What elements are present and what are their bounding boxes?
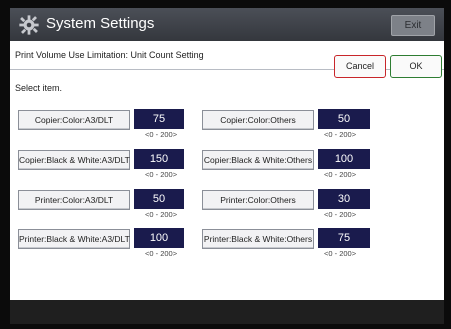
screen: System Settings Exit Print Volume Use Li… xyxy=(10,8,444,324)
copier-bw-others-value: 100 xyxy=(318,149,370,169)
copier-color-others-range: <0 - 200> xyxy=(324,130,357,139)
copier-color-a3dlt-range: <0 - 200> xyxy=(145,130,178,139)
printer-bw-a3dlt-value: 100 xyxy=(134,228,184,248)
ok-button[interactable]: OK xyxy=(390,55,442,78)
printer-bw-others-button[interactable]: Printer:Black & White:Others xyxy=(202,229,314,249)
printer-color-a3dlt-range: <0 - 200> xyxy=(145,210,178,219)
printer-color-others-button[interactable]: Printer:Color:Others xyxy=(202,190,314,210)
printer-color-others-range: <0 - 200> xyxy=(324,210,357,219)
copier-color-others-button[interactable]: Copier:Color:Others xyxy=(202,110,314,130)
printer-color-a3dlt-button[interactable]: Printer:Color:A3/DLT xyxy=(18,190,130,210)
printer-color-others-value: 30 xyxy=(318,189,370,209)
copier-bw-others-range: <0 - 200> xyxy=(324,170,357,179)
copier-bw-a3dlt-button[interactable]: Copier:Black & White:A3/DLT xyxy=(18,150,130,170)
status-bar xyxy=(10,300,444,324)
printer-bw-others-range: <0 - 200> xyxy=(324,249,357,258)
cancel-button[interactable]: Cancel xyxy=(334,55,386,78)
exit-button[interactable]: Exit xyxy=(391,15,435,36)
gear-icon xyxy=(19,15,39,35)
printer-bw-others-value: 75 xyxy=(318,228,370,248)
printer-color-a3dlt-value: 50 xyxy=(134,189,184,209)
setting-title: Print Volume Use Limitation: Unit Count … xyxy=(15,50,204,60)
app-title: System Settings xyxy=(46,15,155,32)
printer-bw-a3dlt-range: <0 - 200> xyxy=(145,249,178,258)
copier-color-a3dlt-value: 75 xyxy=(134,109,184,129)
copier-color-others-value: 50 xyxy=(318,109,370,129)
printer-bw-a3dlt-button[interactable]: Printer:Black & White:A3/DLT xyxy=(18,229,130,249)
instruction-text: Select item. xyxy=(15,83,63,93)
copier-color-a3dlt-button[interactable]: Copier:Color:A3/DLT xyxy=(18,110,130,130)
copier-bw-a3dlt-value: 150 xyxy=(134,149,184,169)
title-bar: System Settings Exit xyxy=(10,8,444,41)
copier-bw-others-button[interactable]: Copier:Black & White:Others xyxy=(202,150,314,170)
copier-bw-a3dlt-range: <0 - 200> xyxy=(145,170,178,179)
